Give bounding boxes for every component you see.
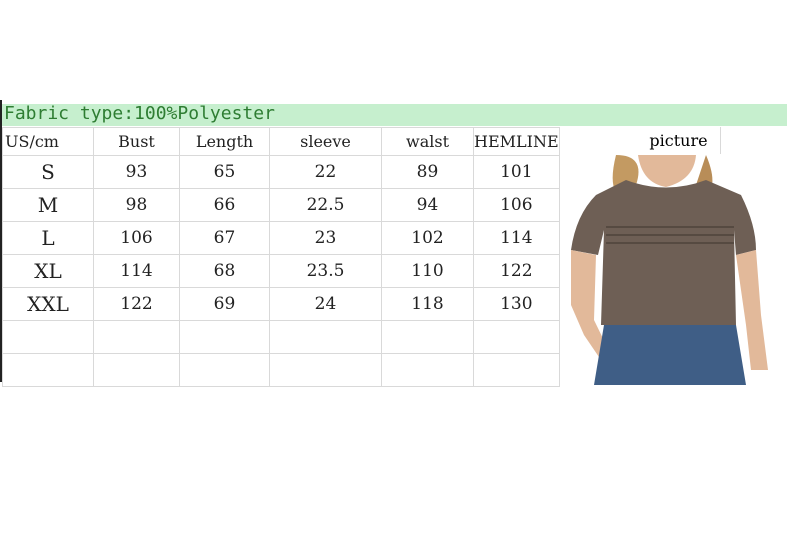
table-row: L 106 67 23 102 114 xyxy=(2,221,560,255)
empty-cell xyxy=(93,320,180,354)
value-cell: 24 xyxy=(269,287,382,321)
header-cell: Length xyxy=(179,127,270,156)
product-picture xyxy=(556,155,787,385)
table-row: S 93 65 22 89 101 xyxy=(2,155,560,189)
empty-row xyxy=(2,320,560,354)
header-cell: US/cm xyxy=(2,127,94,156)
empty-cell xyxy=(381,320,474,354)
table-row: XXL 122 69 24 118 130 xyxy=(2,287,560,321)
picture-header: picture xyxy=(637,127,721,154)
size-cell: S xyxy=(2,155,94,189)
empty-cell xyxy=(2,320,94,354)
value-cell: 130 xyxy=(473,287,560,321)
value-cell: 22 xyxy=(269,155,382,189)
value-cell: 122 xyxy=(473,254,560,288)
value-cell: 102 xyxy=(381,221,474,255)
header-row: US/cm Bust Length sleeve walst HEMLINE xyxy=(2,127,560,156)
value-cell: 23.5 xyxy=(269,254,382,288)
value-cell: 66 xyxy=(179,188,270,222)
value-cell: 94 xyxy=(381,188,474,222)
empty-cell xyxy=(473,320,560,354)
value-cell: 122 xyxy=(93,287,180,321)
value-cell: 106 xyxy=(473,188,560,222)
empty-cell xyxy=(179,353,270,387)
header-cell: Bust xyxy=(93,127,180,156)
value-cell: 67 xyxy=(179,221,270,255)
value-cell: 106 xyxy=(93,221,180,255)
value-cell: 101 xyxy=(473,155,560,189)
size-chart-table: US/cm Bust Length sleeve walst HEMLINE S… xyxy=(2,127,560,387)
empty-cell xyxy=(179,320,270,354)
value-cell: 23 xyxy=(269,221,382,255)
value-cell: 114 xyxy=(93,254,180,288)
empty-cell xyxy=(93,353,180,387)
value-cell: 68 xyxy=(179,254,270,288)
table-row: M 98 66 22.5 94 106 xyxy=(2,188,560,222)
value-cell: 22.5 xyxy=(269,188,382,222)
value-cell: 89 xyxy=(381,155,474,189)
value-cell: 65 xyxy=(179,155,270,189)
value-cell: 93 xyxy=(93,155,180,189)
empty-cell xyxy=(473,353,560,387)
value-cell: 110 xyxy=(381,254,474,288)
empty-cell xyxy=(269,320,382,354)
value-cell: 69 xyxy=(179,287,270,321)
header-cell: sleeve xyxy=(269,127,382,156)
size-cell: L xyxy=(2,221,94,255)
empty-row xyxy=(2,353,560,387)
value-cell: 118 xyxy=(381,287,474,321)
size-cell: M xyxy=(2,188,94,222)
value-cell: 98 xyxy=(93,188,180,222)
empty-cell xyxy=(381,353,474,387)
empty-cell xyxy=(269,353,382,387)
fabric-type-title: Fabric type:100%Polyester xyxy=(4,103,275,124)
header-cell: walst xyxy=(381,127,474,156)
table-row: XL 114 68 23.5 110 122 xyxy=(2,254,560,288)
header-cell: HEMLINE xyxy=(473,127,560,156)
value-cell: 114 xyxy=(473,221,560,255)
size-cell: XXL xyxy=(2,287,94,321)
empty-cell xyxy=(2,353,94,387)
size-cell: XL xyxy=(2,254,94,288)
